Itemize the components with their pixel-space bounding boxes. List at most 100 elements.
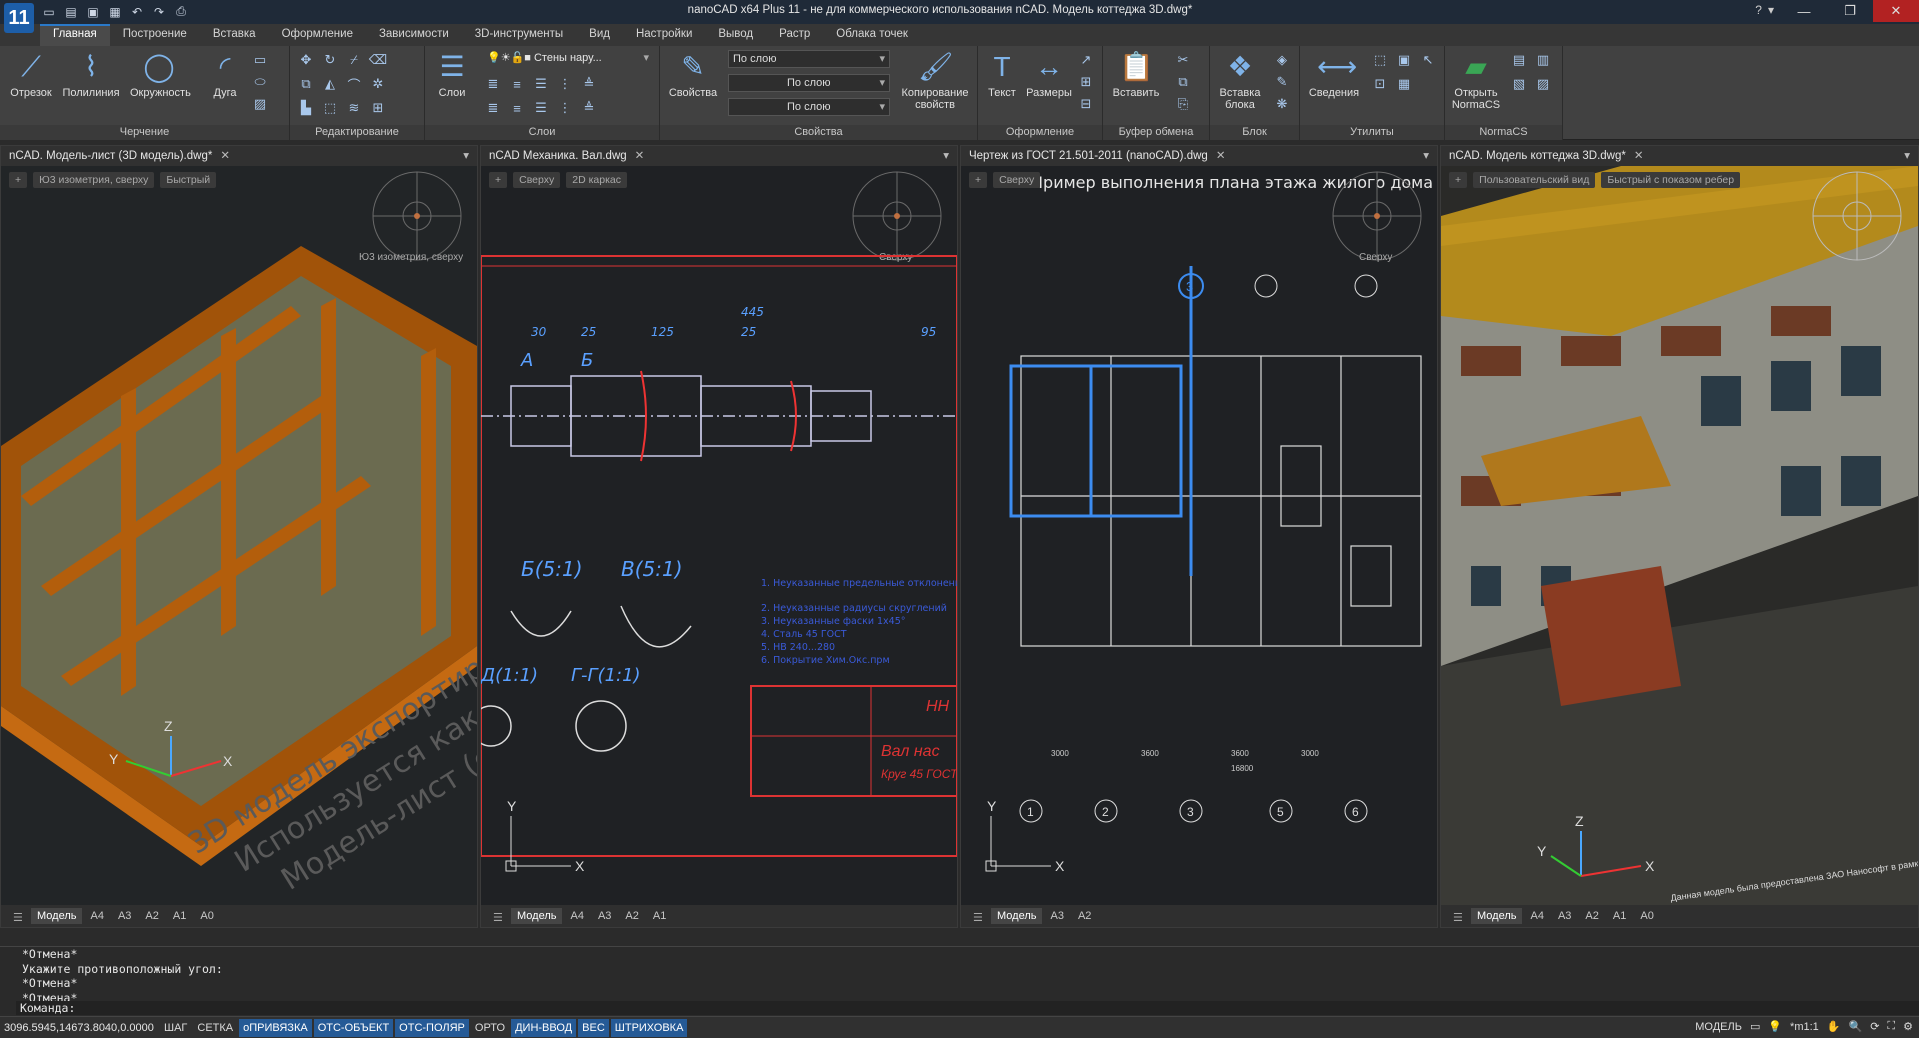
maximize-button[interactable]: ❐: [1827, 0, 1873, 22]
lineweight-toggle[interactable]: ВЕС: [578, 1018, 609, 1037]
properties-button[interactable]: ✎ Свойства: [664, 50, 722, 99]
move-icon[interactable]: ✥: [296, 50, 316, 70]
attribute-icon[interactable]: ❋: [1272, 94, 1292, 114]
offset-icon[interactable]: ≋: [344, 98, 364, 118]
copy-properties-button[interactable]: 🖌 Копирование свойств: [896, 50, 974, 111]
mark-icon[interactable]: ⊟: [1076, 94, 1096, 114]
array-icon[interactable]: ⊞: [368, 98, 388, 118]
osnap-toggle[interactable]: оПРИВЯЗКА: [239, 1018, 312, 1037]
hatch-icon[interactable]: ▨: [250, 94, 270, 114]
tab-annotate[interactable]: Оформление: [269, 24, 366, 46]
save-icon[interactable]: ▣: [84, 3, 102, 20]
rotate-icon[interactable]: ↻: [320, 50, 340, 70]
viewport-1[interactable]: nCAD. Модель-лист (3D модель).dwg* ✕ ▾ + Ю…: [0, 145, 478, 928]
close-icon[interactable]: ✕: [1634, 150, 1644, 162]
doc-icon[interactable]: ▤: [1509, 50, 1529, 70]
view-cube[interactable]: [852, 171, 942, 261]
chevron-down-icon[interactable]: ▾: [1423, 146, 1429, 166]
circle-button[interactable]: ◯ Окружность: [130, 50, 191, 99]
lightbulb-icon[interactable]: 💡: [1768, 1020, 1782, 1033]
layer-off-icon[interactable]: ☰: [531, 74, 551, 94]
otrack-toggle[interactable]: ОТС-ОБЪЕКТ: [313, 1018, 394, 1037]
quick-select-icon[interactable]: ⊡: [1370, 74, 1390, 94]
help-icon[interactable]: ?: [1755, 3, 1762, 17]
redo-icon[interactable]: ↷: [150, 3, 168, 20]
layer-freeze-icon[interactable]: ⋮: [555, 74, 575, 94]
close-icon[interactable]: ✕: [635, 150, 645, 162]
cursor-icon[interactable]: ↖: [1418, 50, 1438, 70]
tab-build[interactable]: Построение: [110, 24, 200, 46]
viewport-1-canvas[interactable]: + Ю3 изометрия, сверху Быстрый Ю3 изомет…: [1, 166, 477, 905]
copy-base-icon[interactable]: ⎘: [1173, 94, 1193, 114]
dynamic-input-toggle[interactable]: ДИН-ВВОД: [511, 1018, 577, 1037]
open-icon[interactable]: ▤: [62, 3, 80, 20]
layer-merge-icon[interactable]: ⋮: [555, 98, 575, 118]
layer-walk-icon[interactable]: ☰: [531, 98, 551, 118]
layer-dropdown[interactable]: 💡☀🔓■ Стены нару...: [483, 50, 653, 68]
new-icon[interactable]: ▭: [40, 3, 58, 20]
layer-delete-icon[interactable]: ≜: [579, 98, 599, 118]
tab-raster[interactable]: Растр: [766, 24, 823, 46]
line-button[interactable]: ⟋ Отрезок: [2, 50, 60, 99]
tab-insert[interactable]: Вставка: [200, 24, 269, 46]
table-icon[interactable]: ⊞: [1076, 72, 1096, 92]
close-icon[interactable]: ✕: [1216, 150, 1226, 162]
pan-icon[interactable]: ✋: [1827, 1020, 1841, 1033]
layers-button[interactable]: ☰ Слои: [427, 50, 477, 99]
viewport-3-canvas[interactable]: + Сверху Пример выполнения плана этажа ж…: [961, 166, 1437, 905]
mirror-icon[interactable]: ◭: [320, 74, 340, 94]
window-icon[interactable]: ▣: [1394, 50, 1414, 70]
text-button[interactable]: T Текст: [980, 50, 1024, 99]
view-cube[interactable]: [1332, 171, 1422, 261]
polyline-button[interactable]: ⌇ Полилиния: [62, 50, 120, 99]
layer-lock-icon[interactable]: ≜: [579, 74, 599, 94]
stretch-icon[interactable]: ▙: [296, 98, 316, 118]
undo-icon[interactable]: ↶: [128, 3, 146, 20]
viewport-2[interactable]: nCAD Механика. Вал.dwg ✕ ▾ + Сверху 2D кар…: [480, 145, 958, 928]
select-icon[interactable]: ⬚: [1370, 50, 1390, 70]
tab-point-clouds[interactable]: Облака точек: [823, 24, 921, 46]
polar-toggle[interactable]: ОТС-ПОЛЯР: [395, 1018, 469, 1037]
viewport-3[interactable]: Чертеж из ГОСТ 21.501-2011 (nanoCAD).dwg…: [960, 145, 1438, 928]
fillet-icon[interactable]: ⌒: [344, 74, 364, 94]
layer-iso-icon[interactable]: ≡: [507, 74, 527, 94]
dimensions-button[interactable]: ↔ Размеры: [1024, 50, 1074, 99]
minimize-button[interactable]: —: [1781, 0, 1827, 22]
menu-icon[interactable]: ☰: [967, 909, 989, 926]
tab-3d-tools[interactable]: 3D-инструменты: [462, 24, 576, 46]
menu-icon[interactable]: ☰: [1447, 909, 1469, 926]
layout-icon[interactable]: ▭: [1750, 1020, 1760, 1033]
model-space-label[interactable]: МОДЕЛЬ: [1695, 1021, 1742, 1033]
viewport-4[interactable]: nCAD. Модель коттеджа 3D.dwg* ✕ ▾ + Пользо…: [1440, 145, 1919, 928]
zoom-icon[interactable]: 🔍: [1849, 1020, 1863, 1033]
ellipse-icon[interactable]: ⬭: [250, 72, 270, 92]
chevron-down-icon[interactable]: ▾: [463, 146, 469, 166]
chevron-down-icon[interactable]: ▾: [1904, 146, 1910, 166]
annotation-scale[interactable]: *m1:1: [1790, 1021, 1819, 1033]
paste-button[interactable]: 📋 Вставить: [1105, 50, 1167, 99]
color-dropdown[interactable]: По слою: [728, 50, 890, 68]
create-block-icon[interactable]: ◈: [1272, 50, 1292, 70]
tab-settings[interactable]: Настройки: [623, 24, 705, 46]
grid-toggle[interactable]: СЕТКА: [193, 1019, 237, 1037]
tab-home[interactable]: Главная: [40, 24, 110, 46]
open-normacs-button[interactable]: ▰ Открыть NormaCS: [1447, 50, 1505, 111]
doc-link-icon[interactable]: ▨: [1533, 74, 1553, 94]
close-icon[interactable]: ✕: [220, 150, 230, 162]
view-cube[interactable]: [372, 171, 462, 261]
chevron-down-icon[interactable]: ▾: [943, 146, 949, 166]
view-cube[interactable]: [1812, 171, 1902, 261]
hatch-toggle[interactable]: ШТРИХОВКА: [610, 1018, 688, 1037]
viewport-4-canvas[interactable]: + Пользовательский вид Быстрый с показом…: [1441, 166, 1918, 905]
snap-toggle[interactable]: ШАГ: [160, 1019, 191, 1037]
command-input[interactable]: Команда:: [16, 1001, 1919, 1015]
ortho-toggle[interactable]: ОРТО: [471, 1019, 509, 1037]
chevron-down-icon[interactable]: ▾: [1768, 3, 1774, 17]
tab-constraints[interactable]: Зависимости: [366, 24, 462, 46]
insert-block-button[interactable]: ❖ Вставка блока: [1212, 50, 1268, 111]
layer-prev-icon[interactable]: ≡: [507, 98, 527, 118]
tab-output[interactable]: Вывод: [705, 24, 766, 46]
erase-icon[interactable]: ⌫: [368, 50, 388, 70]
linetype-dropdown[interactable]: По слою: [728, 74, 890, 92]
close-button[interactable]: ✕: [1873, 0, 1919, 22]
